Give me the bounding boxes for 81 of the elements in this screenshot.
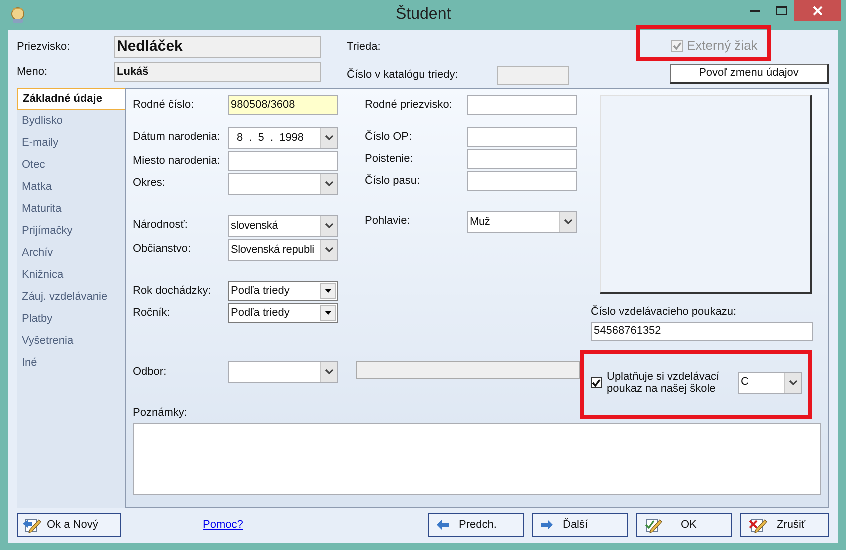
field-label: Číslo v katalógu triedy:	[347, 67, 460, 83]
arrow-left-icon	[437, 520, 449, 530]
combo-box[interactable]: slovenská	[228, 215, 338, 237]
sidebar-tab[interactable]: Iné	[17, 352, 125, 374]
arrow-right-icon	[541, 520, 553, 530]
combo-box[interactable]: Slovenská republi	[228, 239, 338, 261]
field-label: Národnosť:	[133, 218, 189, 233]
close-button[interactable]	[794, 0, 841, 21]
combo-box[interactable]	[228, 360, 338, 382]
footer-button[interactable]: Zrušiť	[740, 513, 829, 537]
field-label: Ročník:	[133, 306, 172, 321]
sidebar-tab[interactable]: Otec	[17, 154, 125, 176]
field-label: Odbor:	[133, 364, 168, 380]
field-label: Rodné priezvisko:	[365, 98, 454, 113]
chevron-down-icon	[324, 181, 334, 187]
chevron-down-icon	[324, 368, 334, 374]
minimize-icon	[750, 10, 760, 12]
field-label: Meno:	[17, 64, 49, 80]
sidebar-tab[interactable]: Vyšetrenia	[17, 330, 125, 352]
field-label: Číslo pasu:	[365, 173, 422, 189]
field-label: Dátum narodenia:	[133, 130, 222, 145]
text-field[interactable]	[467, 127, 577, 147]
dropdown[interactable]: Podľa triedy	[228, 281, 338, 301]
window-title: Študent	[396, 4, 452, 25]
surname-field[interactable]: Nedláček	[114, 36, 321, 58]
combo-box[interactable]: Muž	[467, 211, 577, 233]
field-label: Občianstvo:	[133, 242, 192, 257]
sidebar-tab[interactable]: Matka	[17, 176, 125, 198]
footer-button[interactable]: Ďalší	[532, 513, 628, 537]
sidebar-tab[interactable]: Bydlisko	[17, 110, 125, 132]
footer-button[interactable]: OK	[636, 513, 732, 537]
chevron-down-icon	[564, 219, 572, 225]
sidebar-tab[interactable]: Knižnica	[17, 264, 125, 286]
text-field[interactable]	[467, 95, 577, 115]
chevron-down-icon	[324, 247, 334, 253]
dropdown[interactable]: Podľa triedy	[228, 303, 338, 323]
allow-edit-button[interactable]: Povoľ zmenu údajov	[670, 64, 829, 84]
date-picker[interactable]: 8 . 5 . 1998	[228, 127, 338, 149]
sidebar-tab[interactable]: Prijímačky	[17, 220, 125, 242]
class-label: Trieda:	[347, 40, 382, 55]
sidebar-tab[interactable]: Maturita	[17, 198, 125, 220]
app-icon	[9, 6, 27, 24]
sidebar-tab[interactable]: Záuj. vzdelávanie	[17, 286, 125, 308]
combo-box[interactable]	[228, 173, 338, 195]
voucher-checkbox[interactable]	[591, 377, 602, 388]
close-icon	[812, 6, 822, 16]
text-field[interactable]	[467, 171, 577, 191]
text-field[interactable]: 980508/3608	[228, 95, 338, 115]
footer-button[interactable]: Predch.	[428, 513, 524, 537]
text-field[interactable]	[467, 149, 577, 169]
chevron-down-icon	[324, 135, 334, 141]
chevron-down-icon	[788, 380, 798, 386]
sidebar-tab[interactable]: Základné údaje	[17, 88, 125, 110]
triangle-down-icon	[324, 311, 332, 315]
check-icon	[672, 42, 682, 50]
notes-label: Poznámky:	[133, 406, 188, 420]
field-label: Poistenie:	[365, 152, 414, 167]
voucher-number-field[interactable]: 54568761352	[591, 322, 813, 340]
check-icon	[592, 378, 601, 386]
sidebar-tab[interactable]: Platby	[17, 308, 125, 330]
field-label: Rodné číslo:	[133, 98, 196, 113]
name-field[interactable]: Lukáš	[114, 62, 321, 82]
chevron-down-icon	[324, 223, 334, 229]
triangle-down-icon	[324, 289, 332, 293]
combo-box[interactable]: C	[738, 372, 802, 394]
text-field[interactable]	[228, 151, 338, 171]
sidebar-tab[interactable]: E-maily	[17, 132, 125, 154]
field-label: Priezvisko:	[17, 40, 72, 55]
voucher-label: Uplatňuje si vzdelávací poukaz na našej škole	[607, 370, 721, 394]
notes-field[interactable]	[133, 423, 821, 495]
field-label: Číslo vzdelávacieho poukazu:	[591, 304, 738, 320]
field-label: Miesto narodenia:	[133, 154, 222, 169]
maximize-icon	[776, 6, 786, 15]
field-label: Pohlavie:	[365, 214, 412, 229]
ok-and-new-button[interactable]: Ok a Nový	[17, 513, 121, 537]
catalog-number-field[interactable]	[497, 66, 569, 84]
help-link[interactable]: Pomoc?	[203, 516, 244, 534]
field-label: Číslo OP:	[365, 129, 414, 145]
field-label: Okres:	[133, 176, 166, 191]
field-label: Rok dochádzky:	[133, 284, 212, 299]
sidebar-tab[interactable]: Archív	[17, 242, 125, 264]
